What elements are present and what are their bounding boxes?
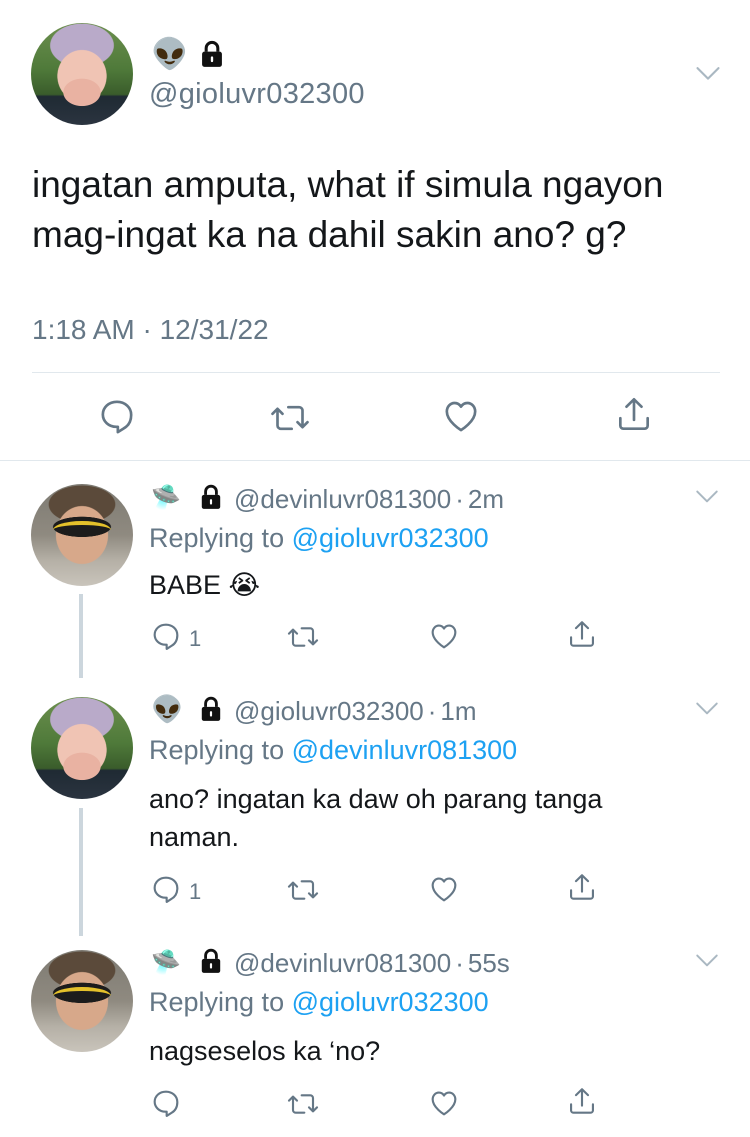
share-icon[interactable]: [566, 1085, 598, 1117]
reply-icon[interactable]: [150, 873, 182, 905]
reply-count: 1: [189, 879, 202, 904]
mention-link[interactable]: @gioluvr032300: [292, 987, 489, 1017]
reply-time[interactable]: 1m: [440, 696, 476, 726]
replying-to: Replying to @gioluvr032300: [149, 523, 489, 553]
reply-icon[interactable]: [97, 396, 137, 436]
reply-time[interactable]: 2m: [468, 484, 504, 514]
user-handle[interactable]: @devinluvr081300: [234, 484, 451, 514]
chevron-down-icon[interactable]: [694, 60, 722, 88]
like-icon[interactable]: [428, 873, 460, 905]
divider: [32, 372, 720, 373]
share-icon[interactable]: [614, 394, 654, 434]
mention-link[interactable]: @gioluvr032300: [292, 523, 489, 553]
retweet-icon[interactable]: [270, 398, 310, 438]
reply-icon[interactable]: [150, 1087, 182, 1119]
reply-header: @devinluvr081300 · 55s: [234, 948, 510, 978]
thread-line: [79, 808, 83, 936]
ufo-emoji: 🛸: [151, 948, 181, 976]
mention-link[interactable]: @devinluvr081300: [292, 735, 518, 765]
chevron-down-icon[interactable]: [694, 484, 720, 510]
divider: [0, 460, 750, 461]
lock-icon: [200, 484, 222, 510]
tweet-text: ingatan amputa, what if simula ngayon ma…: [32, 164, 664, 255]
like-icon[interactable]: [428, 620, 460, 652]
user-handle[interactable]: @gioluvr032300: [234, 696, 424, 726]
chevron-down-icon[interactable]: [694, 696, 720, 722]
avatar[interactable]: [31, 950, 133, 1052]
alien-emoji: 👽: [151, 37, 189, 72]
user-handle[interactable]: @devinluvr081300: [234, 948, 451, 978]
reply-count: 1: [189, 626, 202, 651]
avatar[interactable]: [31, 23, 133, 125]
reply-header: @devinluvr081300 · 2m: [234, 484, 505, 514]
like-icon[interactable]: [441, 396, 481, 436]
like-icon[interactable]: [428, 1087, 460, 1119]
share-icon[interactable]: [566, 871, 598, 903]
ufo-emoji: 🛸: [151, 483, 181, 511]
lock-icon: [200, 40, 224, 68]
thread-line: [79, 594, 83, 678]
reply-text: BABE 😭: [149, 570, 261, 600]
reply-header: @gioluvr032300 · 1m: [234, 696, 477, 726]
reply-text: ano? ingatan ka daw oh parang tanga nama…: [149, 784, 603, 852]
reply-text: nagseselos ka ‘no?: [149, 1036, 381, 1066]
replying-to: Replying to @devinluvr081300: [149, 735, 518, 765]
retweet-icon[interactable]: [287, 874, 319, 906]
retweet-icon[interactable]: [287, 621, 319, 653]
reply-time[interactable]: 55s: [468, 948, 510, 978]
user-handle[interactable]: @gioluvr032300: [149, 78, 365, 111]
share-icon[interactable]: [566, 618, 598, 650]
replying-to: Replying to @gioluvr032300: [149, 987, 489, 1017]
tweet-timestamp[interactable]: 1:18 AM · 12/31/22: [32, 314, 269, 346]
chevron-down-icon[interactable]: [694, 948, 720, 974]
avatar[interactable]: [31, 484, 133, 586]
lock-icon: [200, 948, 222, 974]
reply-icon[interactable]: [150, 620, 182, 652]
lock-icon: [200, 696, 222, 722]
alien-emoji: 👽: [151, 695, 184, 725]
retweet-icon[interactable]: [287, 1088, 319, 1120]
avatar[interactable]: [31, 697, 133, 799]
